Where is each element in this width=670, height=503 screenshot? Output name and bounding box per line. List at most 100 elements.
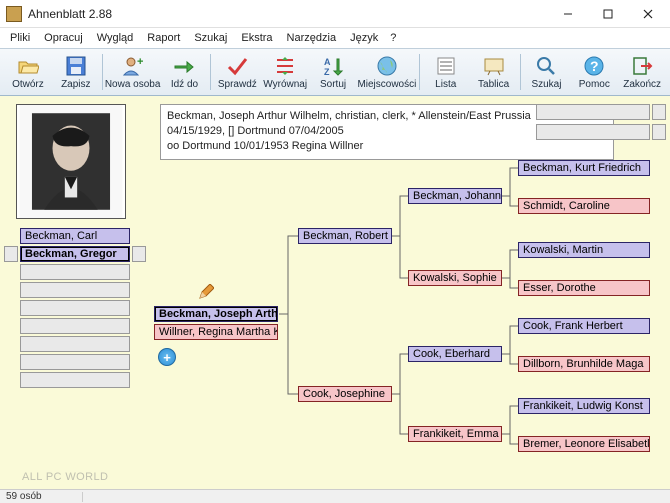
board-button[interactable]: Tablica [470,52,518,92]
search-label: Szukaj [531,79,561,90]
menu-pliki[interactable]: Pliki [4,30,36,46]
svg-text:+: + [137,56,143,68]
empty-slot[interactable] [20,300,130,316]
pencil-icon [198,284,214,300]
workarea: Beckman, Joseph Arthur Wilhelm, christia… [0,96,670,489]
search-icon [534,54,558,78]
places-label: Miejscowości [357,79,416,90]
menu-jezyk[interactable]: Język [344,30,384,46]
slot-toggle[interactable] [652,104,666,120]
sidebar-item-selected[interactable]: Beckman, Gregor [20,246,130,262]
svg-text:Z: Z [324,67,330,77]
sidebar-item[interactable]: Beckman, Carl [20,228,130,244]
tree-ggm4[interactable]: Bremer, Leonore Elisabetl [518,436,650,452]
tree-mother[interactable]: Cook, Josephine [298,386,392,402]
exit-button[interactable]: Zakończ [618,52,666,92]
new-person-button[interactable]: + Nowa osoba [105,52,161,92]
status-text: 59 osób [6,491,42,502]
watermark: ALL PC WORLD [22,471,108,483]
save-button[interactable]: Zapisz [52,52,100,92]
empty-slot[interactable] [536,124,650,140]
minimize-button[interactable] [548,1,588,27]
list-label: Lista [435,79,456,90]
list-icon [434,54,458,78]
open-label: Otwórz [12,79,44,90]
save-label: Zapisz [61,79,90,90]
tree-father[interactable]: Beckman, Robert Martin [298,228,392,244]
folder-open-icon [16,54,40,78]
separator [419,54,420,90]
sort-button[interactable]: AZSortuj [309,52,357,92]
focus-person[interactable]: Beckman, Joseph Arthu [154,306,278,322]
sidebar-next[interactable] [132,246,146,262]
open-button[interactable]: Otwórz [4,52,52,92]
tree-ggf4[interactable]: Frankikeit, Ludwig Konst [518,398,650,414]
sort-icon: AZ [321,54,345,78]
help-button[interactable]: ? Pomoc [570,52,618,92]
exit-label: Zakończ [623,79,661,90]
menu-ekstra[interactable]: Ekstra [235,30,278,46]
status-separator [82,492,83,502]
person-photo[interactable] [16,104,126,219]
list-button[interactable]: Lista [422,52,470,92]
empty-slot[interactable] [20,372,130,388]
empty-slot[interactable] [20,354,130,370]
tree-ggf3[interactable]: Cook, Frank Herbert [518,318,650,334]
empty-slot[interactable] [20,318,130,334]
app-icon [6,6,22,22]
check-icon [225,54,249,78]
help-label: Pomoc [579,79,610,90]
sidebar-prev[interactable] [4,246,18,262]
menu-help[interactable]: ? [386,30,400,46]
empty-slot[interactable] [20,336,130,352]
maximize-button[interactable] [588,1,628,27]
separator [102,54,103,90]
toolbar: Otwórz Zapisz + Nowa osoba Idź do Sprawdź… [0,48,670,96]
sort-label: Sortuj [320,79,346,90]
tree-mgm[interactable]: Frankikeit, Emma [408,426,502,442]
empty-slot[interactable] [20,282,130,298]
tree-pgf[interactable]: Beckman, Johann Friedri [408,188,502,204]
add-button[interactable]: + [158,348,176,366]
tree-ggm1[interactable]: Schmidt, Caroline [518,198,650,214]
check-label: Sprawdź [218,79,257,90]
focus-spouse[interactable]: Willner, Regina Martha K [154,324,278,340]
empty-slot[interactable] [20,264,130,280]
tree-ggf1[interactable]: Beckman, Kurt Friedrich [518,160,650,176]
tree-mgf[interactable]: Cook, Eberhard [408,346,502,362]
tree-ggm3[interactable]: Dillborn, Brunhilde Maga [518,356,650,372]
help-icon: ? [582,54,606,78]
tree-ggf2[interactable]: Kowalski, Martin [518,242,650,258]
svg-text:A: A [324,57,331,67]
separator [520,54,521,90]
close-button[interactable] [628,1,668,27]
statusbar: 59 osób [0,489,670,503]
svg-text:?: ? [590,58,599,74]
floppy-icon [64,54,88,78]
goto-label: Idź do [171,79,198,90]
empty-slot[interactable] [536,104,650,120]
board-label: Tablica [478,79,509,90]
menu-szukaj[interactable]: Szukaj [188,30,233,46]
titlebar: Ahnenblatt 2.88 [0,0,670,28]
tree-ggm2[interactable]: Esser, Dorothe [518,280,650,296]
globe-icon [375,54,399,78]
places-button[interactable]: Miejscowości [357,52,417,92]
slot-toggle[interactable] [652,124,666,140]
align-button[interactable]: Wyrównaj [261,52,309,92]
tree-pgm[interactable]: Kowalski, Sophie [408,270,502,286]
menu-wyglad[interactable]: Wygląd [91,30,140,46]
menu-opracuj[interactable]: Opracuj [38,30,89,46]
info-line-3: oo Dortmund 10/01/1953 Regina Willner [167,139,607,154]
menu-raport[interactable]: Raport [141,30,186,46]
board-icon [482,54,506,78]
person-plus-icon: + [121,54,145,78]
menubar: Pliki Opracuj Wygląd Raport Szukaj Ekstr… [0,28,670,48]
check-button[interactable]: Sprawdź [213,52,261,92]
menu-narzedzia[interactable]: Narzędzia [281,30,343,46]
search-button[interactable]: Szukaj [523,52,571,92]
arrow-right-icon [172,54,196,78]
new-person-label: Nowa osoba [105,79,161,90]
separator [210,54,211,90]
goto-button[interactable]: Idź do [161,52,209,92]
